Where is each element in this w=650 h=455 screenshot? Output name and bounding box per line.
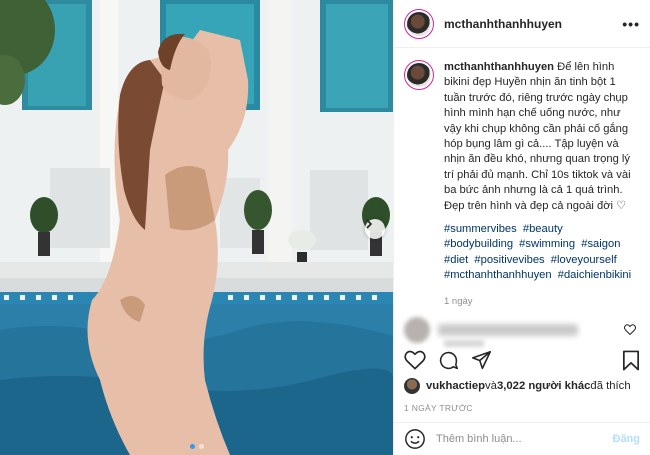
blurred-comment <box>404 310 636 350</box>
action-bar <box>404 348 640 372</box>
liker-username[interactable]: vukhactiep <box>426 380 485 392</box>
likes-suffix: đã thích <box>590 380 631 392</box>
caption-avatar[interactable] <box>404 60 434 90</box>
heart-icon <box>404 350 426 370</box>
save-button[interactable] <box>622 350 640 371</box>
caption-timestamp[interactable]: 1 ngày <box>444 294 640 309</box>
likes-summary: vukhactiep và 3,022 người khác đã thích <box>404 378 631 394</box>
post-header: mcthanhthanhhuyen ••• <box>394 0 650 48</box>
comment-input[interactable] <box>436 433 613 445</box>
more-options-icon[interactable]: ••• <box>622 16 640 32</box>
share-button[interactable] <box>471 350 492 371</box>
post-comment-button[interactable]: Đăng <box>613 433 641 445</box>
caption: mcthanhthanhhuyen Để lên hình bikini đẹp… <box>444 60 640 309</box>
hashtag[interactable]: #summervibes <box>444 223 517 235</box>
hashtag[interactable]: #positivevibes <box>474 254 544 266</box>
comment-composer: Đăng <box>394 422 650 455</box>
liker-avatar[interactable] <box>404 378 420 394</box>
caption-text: Để lên hình bikini đẹp Huyền nhịn ăn tin… <box>444 61 631 212</box>
comment-button[interactable] <box>438 350 459 371</box>
hashtag[interactable]: #mcthanhthanhhuyen <box>444 269 552 281</box>
caption-block: mcthanhthanhhuyen Để lên hình bikini đẹp… <box>404 60 640 309</box>
carousel-next-button[interactable] <box>365 219 385 239</box>
hashtag[interactable]: #swimming <box>519 238 575 250</box>
like-button[interactable] <box>404 350 426 370</box>
carousel-dot <box>198 444 204 449</box>
comment-text-redacted <box>438 324 578 336</box>
hashtag-list: #summervibes #beauty #bodybuilding #swim… <box>444 222 640 284</box>
carousel-dot-active <box>189 444 195 449</box>
caption-username[interactable]: mcthanhthanhhuyen <box>444 61 554 73</box>
comment-avatar <box>404 317 430 343</box>
carousel-indicator <box>0 444 393 449</box>
photo-illustration <box>0 0 393 455</box>
hashtag[interactable]: #saigon <box>581 238 620 250</box>
post-date[interactable]: 1 NGÀY TRƯỚC <box>404 403 473 413</box>
comment-icon <box>439 351 459 369</box>
hashtag[interactable]: #daichienbikini <box>558 269 631 281</box>
author-avatar[interactable] <box>404 8 434 39</box>
share-icon <box>471 350 492 369</box>
bookmark-icon <box>622 350 640 370</box>
emoji-icon[interactable] <box>404 428 426 450</box>
comment-like-icon[interactable] <box>624 324 636 335</box>
post-photo[interactable] <box>0 0 393 455</box>
hashtag[interactable]: #diet <box>444 254 468 266</box>
hashtag[interactable]: #bodybuilding <box>444 238 513 250</box>
hashtag[interactable]: #beauty <box>523 223 563 235</box>
likes-count[interactable]: 3,022 người khác <box>497 380 590 392</box>
post-side-panel: mcthanhthanhhuyen ••• mcthanhthanhhuyen … <box>393 0 650 455</box>
chevron-right-icon <box>366 219 373 229</box>
hashtag[interactable]: #loveyourself <box>551 254 617 266</box>
author-username[interactable]: mcthanhthanhhuyen <box>444 17 622 31</box>
likes-conjunction: và <box>485 380 497 392</box>
